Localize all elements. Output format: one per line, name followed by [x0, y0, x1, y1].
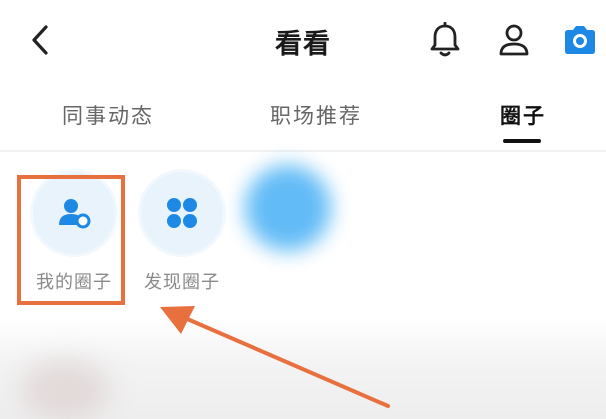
- discover-circle-icon-wrap: [141, 172, 223, 254]
- blurred-circle-icon: [245, 165, 331, 251]
- divider: [0, 150, 606, 152]
- top-bar: 看看: [0, 0, 606, 80]
- tab-colleague-updates[interactable]: 同事动态: [62, 100, 154, 130]
- tab-career-recommend[interactable]: 职场推荐: [270, 100, 362, 130]
- discover-circles-button[interactable]: 发现圈子: [132, 172, 232, 294]
- user-icon: [499, 24, 529, 56]
- notifications-button[interactable]: [425, 20, 465, 60]
- active-tab-indicator: [503, 139, 541, 143]
- profile-button[interactable]: [494, 20, 534, 60]
- camera-icon: [565, 26, 595, 54]
- bell-icon: [430, 22, 460, 57]
- tab-bar: 同事动态 职场推荐 圈子: [0, 84, 606, 146]
- camera-button[interactable]: [560, 20, 600, 60]
- discover-circle-icon: [167, 198, 197, 228]
- highlight-box: [17, 175, 125, 305]
- blurred-avatar: [20, 360, 110, 419]
- discover-circles-label: 发现圈子: [144, 272, 220, 293]
- tab-circles[interactable]: 圈子: [500, 100, 546, 130]
